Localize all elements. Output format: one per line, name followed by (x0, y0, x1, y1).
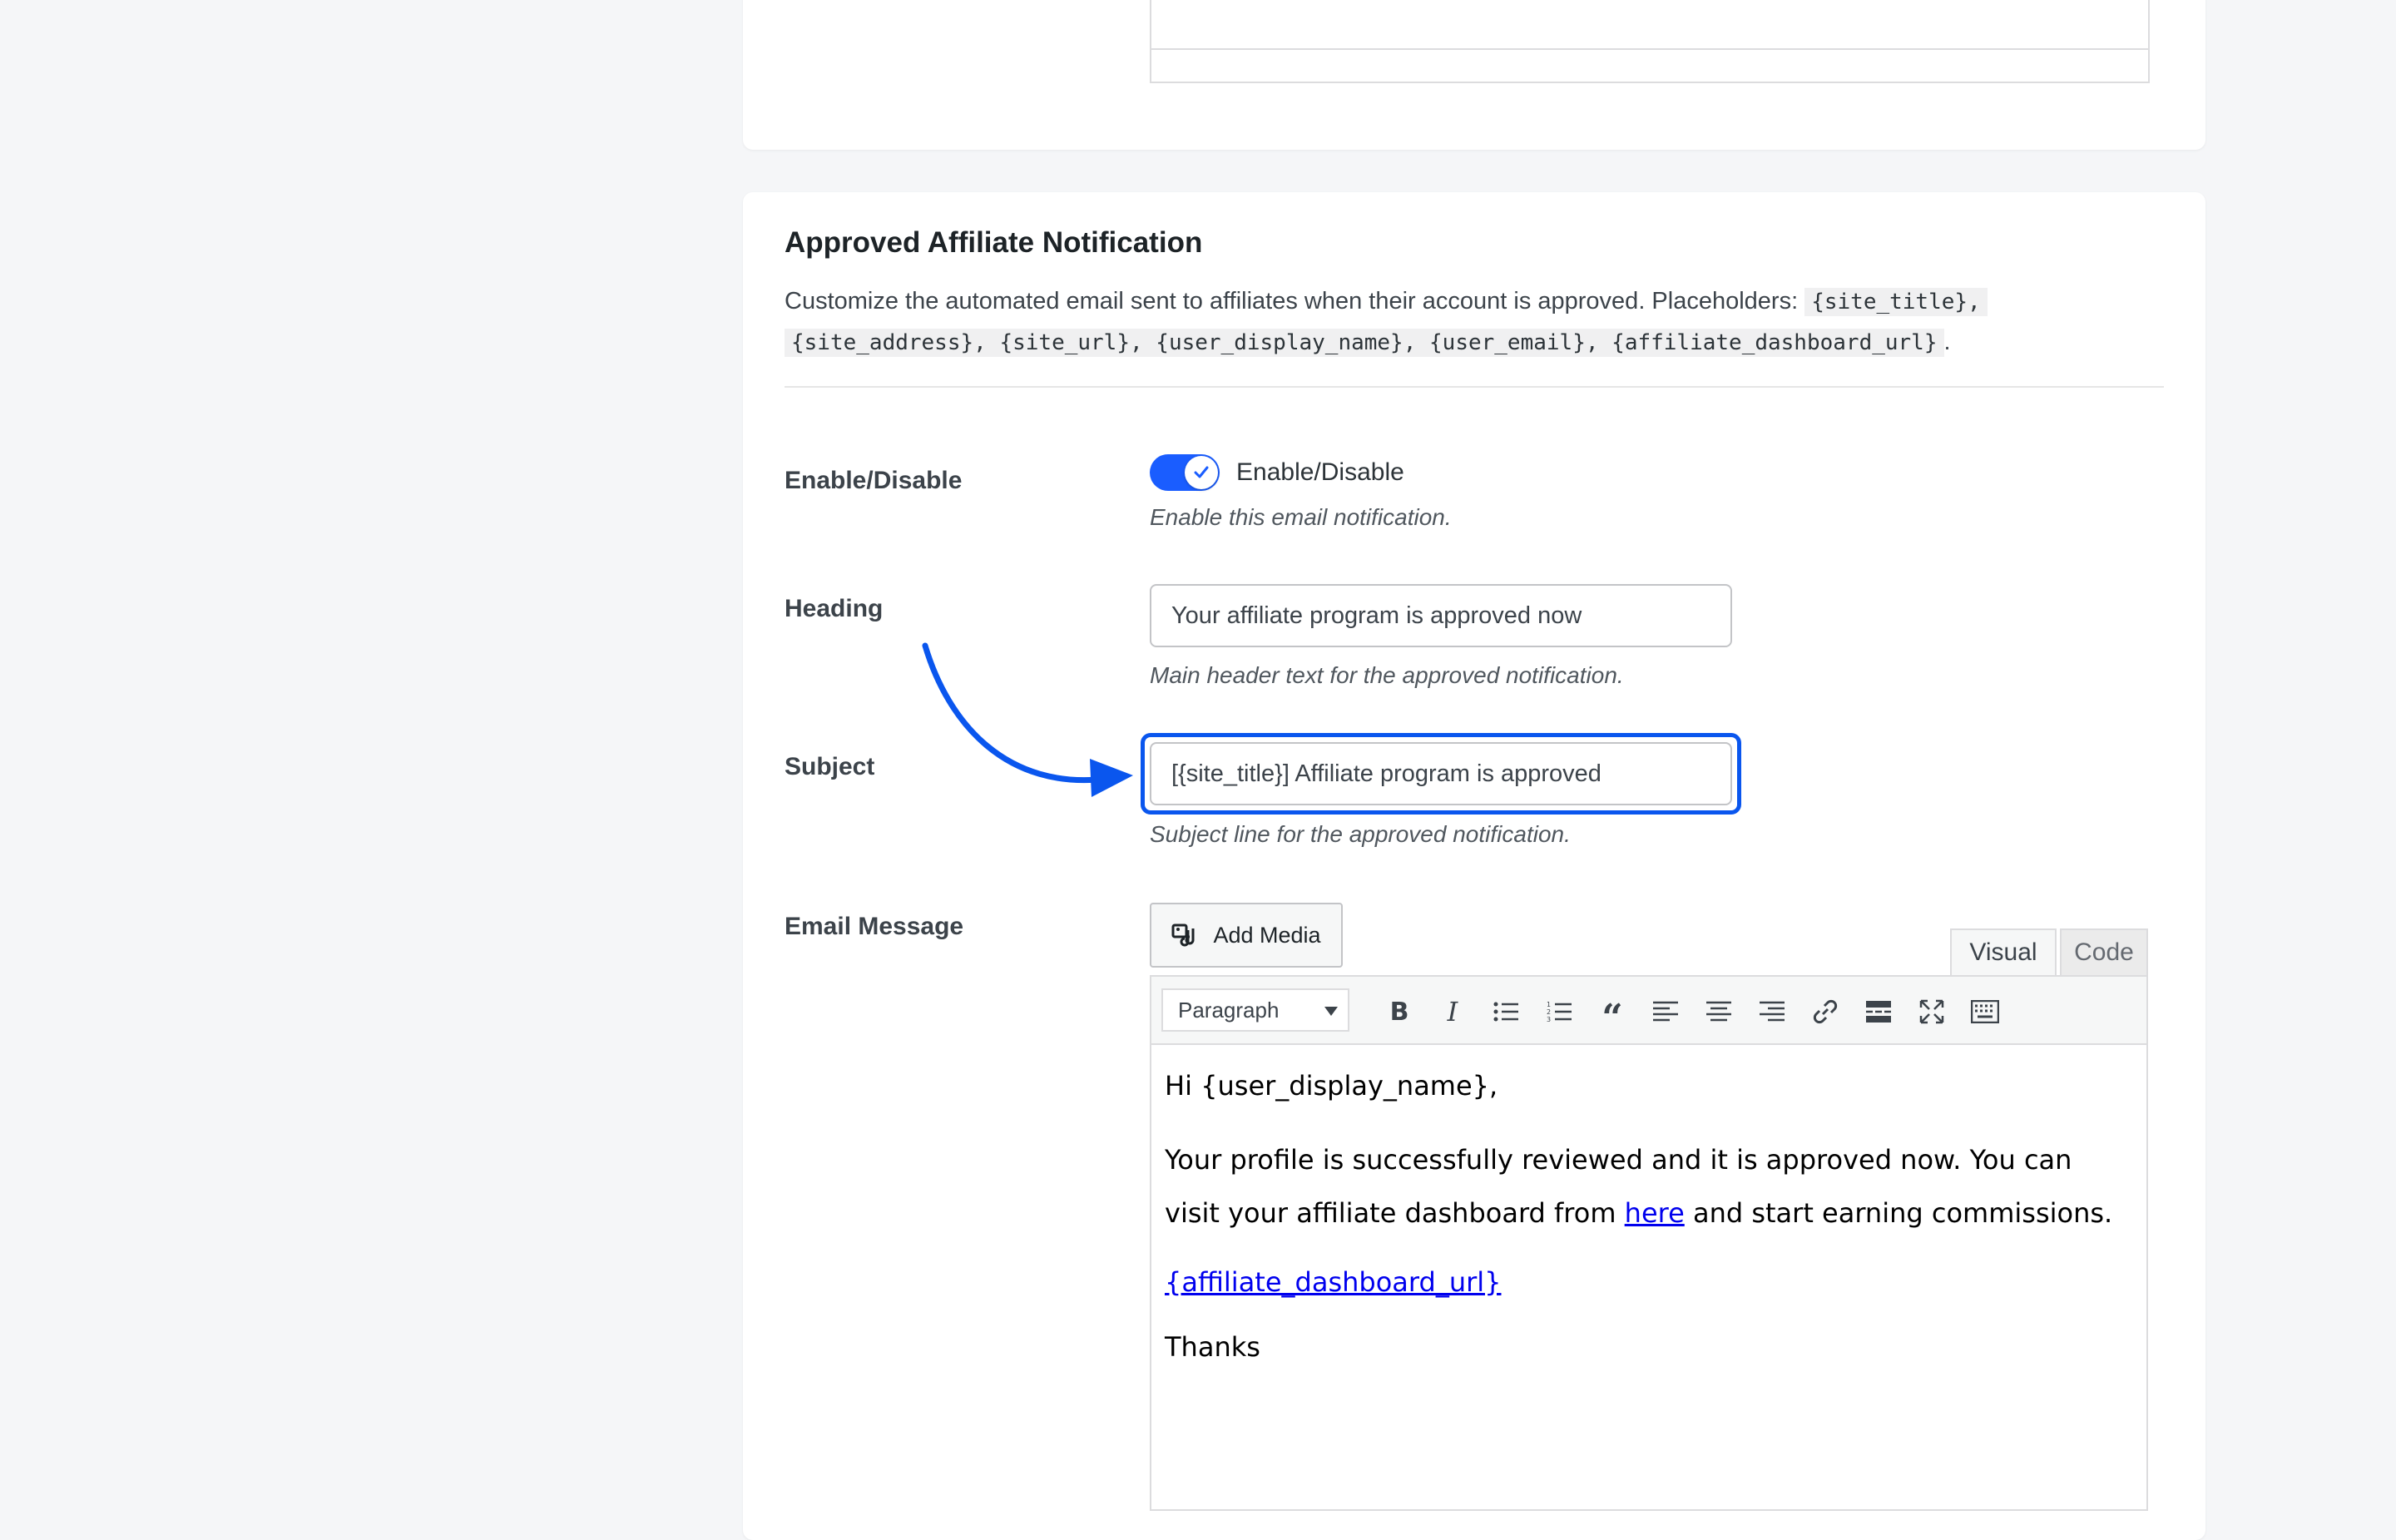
blockquote-icon[interactable]: “ (1592, 992, 1632, 1039)
align-right-icon[interactable] (1752, 992, 1792, 1032)
body-paragraph: Your profile is successfully reviewed an… (1165, 1133, 2133, 1240)
previous-textarea-footer (1150, 48, 2150, 83)
enable-toggle[interactable] (1150, 454, 1220, 491)
subject-input[interactable]: [{site_title}] Affiliate program is appr… (1150, 742, 1732, 805)
add-media-label: Add Media (1213, 922, 1321, 948)
here-link[interactable]: here (1625, 1197, 1685, 1229)
format-select[interactable]: Paragraph (1161, 988, 1349, 1032)
align-center-icon[interactable] (1699, 992, 1739, 1032)
section-divider (785, 386, 2164, 388)
heading-label: Heading (785, 595, 884, 622)
body-text-end: and start earning commissions. (1684, 1197, 2113, 1229)
dashboard-url-link[interactable]: {affiliate_dashboard_url} (1165, 1266, 1502, 1298)
email-message-label: Email Message (785, 913, 964, 940)
subject-label: Subject (785, 753, 875, 780)
previous-textarea[interactable] (1150, 0, 2150, 52)
tab-visual[interactable]: Visual (1950, 928, 2057, 975)
subject-help: Subject line for the approved notificati… (1150, 821, 1571, 847)
add-media-button[interactable]: Add Media (1150, 903, 1343, 968)
section-description: Customize the automated email sent to af… (785, 281, 2149, 363)
chevron-down-icon (1324, 1007, 1338, 1016)
placeholder-code: {site_title}, (1804, 288, 1988, 316)
annotation-arrow (922, 642, 1133, 797)
add-media-icon (1171, 924, 1195, 947)
fullscreen-icon[interactable] (1912, 992, 1952, 1032)
svg-text:1: 1 (1547, 1001, 1551, 1008)
bullet-list-icon[interactable] (1486, 992, 1526, 1032)
italic-icon[interactable]: I (1433, 992, 1473, 1032)
link-icon[interactable] (1805, 992, 1845, 1032)
dashboard-link-paragraph: {affiliate_dashboard_url} (1165, 1265, 2133, 1300)
format-select-value: Paragraph (1178, 997, 1280, 1023)
section-title: Approved Affiliate Notification (785, 226, 1203, 259)
numbered-list-icon[interactable]: 123 (1539, 992, 1579, 1032)
svg-text:2: 2 (1547, 1008, 1551, 1016)
enable-label: Enable/Disable (785, 467, 963, 494)
description-suffix: . (1943, 329, 1951, 355)
tab-code[interactable]: Code (2060, 928, 2148, 975)
enable-help: Enable this email notification. (1150, 504, 1452, 530)
placeholder-code: {site_address}, {site_url}, {user_displa… (785, 329, 1944, 357)
description-text: Customize the automated email sent to af… (785, 288, 1805, 314)
closing-paragraph: Thanks (1165, 1331, 1260, 1363)
svg-text:3: 3 (1547, 1016, 1551, 1023)
heading-input[interactable]: Your affiliate program is approved now (1150, 584, 1732, 647)
toolbar-toggle-icon[interactable] (1965, 992, 2005, 1032)
email-message-editor[interactable]: Hi {user_display_name}, Your profile is … (1150, 1045, 2148, 1511)
align-left-icon[interactable] (1646, 992, 1686, 1032)
read-more-icon[interactable] (1859, 992, 1898, 1032)
editor-toolbar: Paragraph B I 123 “ (1150, 975, 2148, 1045)
toggle-text: Enable/Disable (1236, 458, 1404, 486)
greeting-paragraph: Hi {user_display_name}, (1165, 1070, 1498, 1102)
checkmark-icon (1194, 466, 1209, 478)
toggle-knob (1185, 456, 1218, 489)
heading-help: Main header text for the approved notifi… (1150, 662, 1624, 688)
bold-icon[interactable]: B (1379, 992, 1419, 1032)
